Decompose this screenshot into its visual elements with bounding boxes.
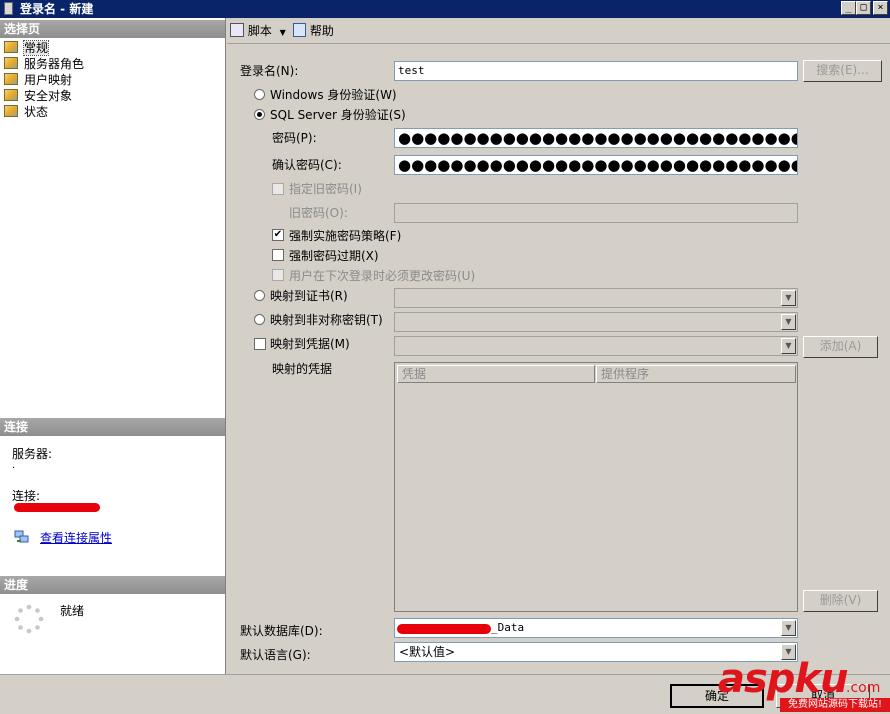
page-item-server-roles[interactable]: 服务器角色 bbox=[4, 56, 84, 72]
watermark-tagline: 免费网站源码下载站! bbox=[780, 698, 890, 712]
confirm-password-input[interactable]: ●●●●●●●●●●●●●●●●●●●●●●●●●●●●●●● bbox=[394, 155, 798, 175]
default-language-value: <默认值> bbox=[399, 645, 456, 659]
login-name-label: 登录名(N): bbox=[240, 64, 299, 78]
help-label: 帮助 bbox=[309, 24, 334, 38]
page-item-general[interactable]: 常规 bbox=[4, 40, 50, 56]
map-asymmetric-key-radio[interactable] bbox=[254, 314, 265, 325]
search-button[interactable]: 搜索(E)... bbox=[803, 60, 882, 82]
chevron-down-icon[interactable]: ▼ bbox=[781, 290, 796, 306]
specify-old-password-checkbox[interactable] bbox=[272, 183, 284, 195]
connection-header: 连接 bbox=[0, 418, 225, 436]
help-button[interactable]: 帮助 bbox=[293, 22, 334, 40]
script-label: 脚本 bbox=[247, 24, 272, 38]
certificate-combo[interactable]: ▼ bbox=[394, 288, 798, 308]
chevron-down-icon[interactable]: ▼ bbox=[781, 314, 796, 330]
window-title: 登录名 - 新建 bbox=[20, 2, 94, 16]
credential-combo[interactable]: ▼ bbox=[394, 336, 798, 356]
default-database-label: 默认数据库(D): bbox=[240, 624, 323, 638]
sql-auth-label[interactable]: SQL Server 身份验证(S) bbox=[270, 107, 406, 123]
toolbar: 脚本 ▼ 帮助 bbox=[227, 18, 890, 44]
redacted-database-name bbox=[397, 624, 491, 634]
windows-auth-label[interactable]: Windows 身份验证(W) bbox=[270, 87, 397, 103]
maximize-button[interactable]: □ bbox=[856, 1, 871, 15]
default-database-combo[interactable]: _Data ▼ bbox=[394, 618, 798, 638]
progress-status: 就绪 bbox=[60, 604, 85, 618]
page-label: 安全对象 bbox=[24, 89, 73, 103]
confirm-password-label: 确认密码(C): bbox=[272, 158, 342, 172]
view-connection-properties-link[interactable]: 查看连接属性 bbox=[40, 530, 112, 546]
asymmetric-key-combo[interactable]: ▼ bbox=[394, 312, 798, 332]
mapped-credentials-grid[interactable]: 凭据 提供程序 bbox=[394, 362, 798, 612]
must-change-password-label: 用户在下次登录时必须更改密码(U) bbox=[289, 269, 476, 283]
page-item-status[interactable]: 状态 bbox=[4, 104, 48, 120]
title-bar[interactable]: 登录名 - 新建 _ □ × bbox=[0, 0, 890, 18]
default-database-value: _Data bbox=[491, 621, 525, 634]
page-label: 服务器角色 bbox=[24, 57, 85, 71]
password-input[interactable]: ●●●●●●●●●●●●●●●●●●●●●●●●●●●●●●● bbox=[394, 128, 798, 148]
help-icon bbox=[293, 23, 306, 37]
progress-header: 进度 bbox=[0, 576, 225, 594]
mapped-credentials-label: 映射的凭据 bbox=[272, 362, 333, 376]
old-password-label: 旧密码(O): bbox=[289, 206, 348, 220]
map-certificate-label[interactable]: 映射到证书(R) bbox=[270, 288, 348, 304]
chevron-down-icon[interactable]: ▼ bbox=[781, 620, 796, 636]
page-label: 用户映射 bbox=[24, 73, 73, 87]
map-credential-checkbox[interactable] bbox=[254, 338, 266, 350]
redacted-connection bbox=[14, 503, 100, 512]
watermark-suffix: .com bbox=[846, 680, 881, 696]
add-credential-button[interactable]: 添加(A) bbox=[803, 336, 878, 358]
page-label: 状态 bbox=[24, 105, 49, 119]
page-item-securables[interactable]: 安全对象 bbox=[4, 88, 72, 104]
sql-auth-radio[interactable] bbox=[254, 109, 265, 120]
chevron-down-icon[interactable]: ▼ bbox=[781, 338, 796, 354]
page-icon bbox=[4, 89, 18, 101]
script-icon bbox=[230, 23, 244, 37]
enforce-password-expiration-label[interactable]: 强制密码过期(X) bbox=[289, 248, 379, 264]
page-icon bbox=[4, 41, 18, 53]
map-certificate-radio[interactable] bbox=[254, 290, 265, 301]
must-change-password-checkbox[interactable] bbox=[272, 269, 284, 281]
column-header-provider[interactable]: 提供程序 bbox=[596, 365, 796, 383]
connection-label: 连接: bbox=[12, 489, 41, 503]
watermark-brand: aspku bbox=[718, 656, 849, 702]
enforce-password-policy-label[interactable]: 强制实施密码策略(F) bbox=[289, 228, 401, 244]
page-item-user-mapping[interactable]: 用户映射 bbox=[4, 72, 72, 88]
left-pane: 选择页 常规 服务器角色 用户映射 安全对象 状态 连接 服务器: . 连接: … bbox=[0, 18, 226, 674]
login-name-input[interactable]: test bbox=[394, 61, 798, 81]
server-value: . bbox=[12, 460, 16, 471]
close-button[interactable]: × bbox=[873, 1, 888, 15]
old-password-input[interactable] bbox=[394, 203, 798, 223]
windows-auth-radio[interactable] bbox=[254, 89, 265, 100]
window-icon bbox=[4, 2, 13, 15]
specify-old-password-label: 指定旧密码(I) bbox=[289, 182, 362, 196]
page-label: 常规 bbox=[22, 40, 50, 56]
page-icon bbox=[4, 73, 18, 85]
default-language-label: 默认语言(G): bbox=[240, 648, 311, 662]
dropdown-arrow-icon: ▼ bbox=[279, 28, 286, 37]
server-label: 服务器: bbox=[12, 447, 53, 461]
page-icon bbox=[4, 105, 18, 117]
column-header-credential[interactable]: 凭据 bbox=[397, 365, 595, 383]
script-button[interactable]: 脚本 ▼ bbox=[230, 22, 286, 40]
password-label: 密码(P): bbox=[272, 131, 317, 145]
minimize-button[interactable]: _ bbox=[841, 1, 856, 15]
connection-properties-icon bbox=[14, 530, 30, 544]
map-asymmetric-key-label[interactable]: 映射到非对称密钥(T) bbox=[270, 312, 383, 328]
enforce-password-policy-checkbox[interactable]: ✔ bbox=[272, 229, 284, 241]
select-page-header: 选择页 bbox=[0, 20, 225, 38]
map-credential-label[interactable]: 映射到凭据(M) bbox=[270, 336, 350, 352]
page-icon bbox=[4, 57, 18, 69]
enforce-password-expiration-checkbox[interactable] bbox=[272, 249, 284, 261]
remove-credential-button[interactable]: 删除(V) bbox=[803, 590, 878, 612]
progress-spinner-icon bbox=[14, 604, 44, 634]
